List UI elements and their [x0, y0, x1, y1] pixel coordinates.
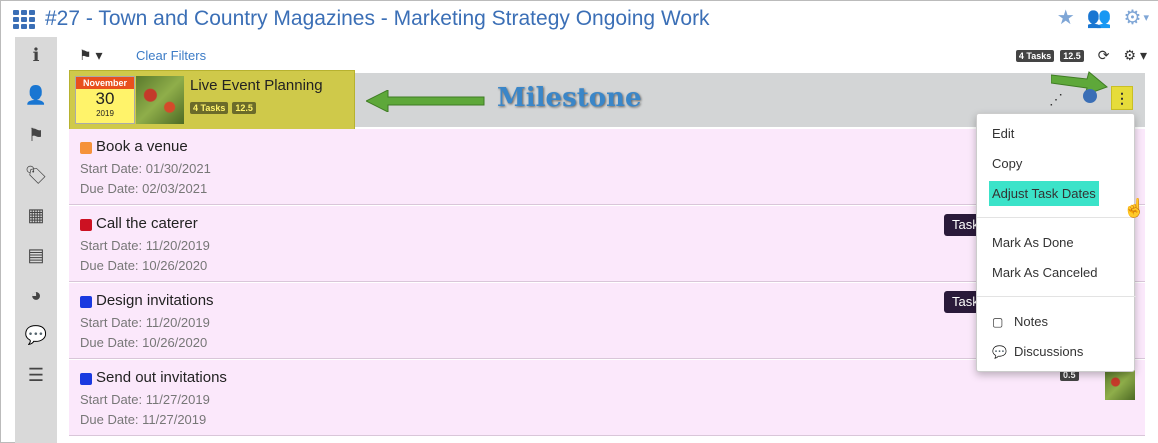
tags-icon[interactable]: 🏷	[15, 160, 57, 190]
date-month: November	[76, 77, 134, 89]
user-icon[interactable]: 👤	[15, 80, 57, 110]
menu-item-label: Edit	[992, 126, 1015, 141]
task-start-date: Start Date: 11/27/2019	[80, 392, 210, 407]
page-title: #27 - Town and Country Magazines - Marke…	[45, 7, 710, 30]
task-color-swatch	[80, 296, 92, 308]
toolbar: ⚑ ▾ Clear Filters 4 Tasks 12.5 ⟳ ⚙ ▾	[57, 37, 1158, 73]
pie-chart-icon[interactable]: ◕	[15, 280, 57, 310]
settings-icon[interactable]: ⚙ ▾	[1124, 47, 1147, 64]
tasks-count-badge: 4 Tasks	[1015, 49, 1055, 62]
task-name[interactable]: Send out invitations	[96, 369, 227, 386]
menu-item-label: Mark As Done	[992, 235, 1074, 250]
menu-item-edit[interactable]: Edit	[977, 120, 1136, 148]
header: #27 - Town and Country Magazines - Marke…	[1, 1, 1158, 37]
task-name[interactable]: Book a venue	[96, 138, 188, 155]
menu-divider	[977, 296, 1136, 297]
menu-divider	[977, 217, 1136, 218]
menu-item-label: Copy	[992, 156, 1023, 171]
users-icon[interactable]: 👥	[1087, 7, 1112, 29]
milestone-title[interactable]: Live Event Planning	[190, 77, 323, 94]
menu-item-label: Adjust Task Dates	[989, 181, 1099, 206]
task-due-date: Due Date: 02/03/2021	[80, 181, 208, 196]
refresh-icon[interactable]: ⟳	[1098, 47, 1110, 64]
menu-item-notes[interactable]: ▢ Notes	[977, 308, 1136, 336]
menu-item-mark-canceled[interactable]: Mark As Canceled	[977, 259, 1136, 287]
milestone-highlight: November 30 2019 Live Event Planning 4 T…	[69, 70, 355, 130]
comments-icon: 💬	[992, 345, 1007, 359]
menu-item-mark-done[interactable]: Mark As Done	[977, 229, 1136, 257]
list-icon[interactable]: ☰	[15, 360, 57, 390]
task-color-swatch	[80, 142, 92, 154]
milestone-menu-button[interactable]: ⋮	[1111, 86, 1133, 110]
milestone-thumbnail	[136, 76, 184, 124]
context-menu: Edit Copy Adjust Task Dates Mark As Done…	[976, 113, 1145, 372]
menu-item-label: Notes	[1014, 314, 1048, 329]
arrow-left-annotation	[366, 90, 485, 112]
task-due-date: Due Date: 10/26/2020	[80, 258, 208, 273]
milestone-date: November 30 2019	[75, 76, 135, 124]
menu-item-copy[interactable]: Copy	[977, 150, 1136, 178]
toolbar-right: 4 Tasks 12.5 ⟳ ⚙ ▾	[1015, 47, 1147, 64]
hours-badge: 12.5	[1060, 49, 1084, 62]
flag-filter-button[interactable]: ⚑ ▾	[79, 47, 102, 64]
info-icon[interactable]: ℹ	[15, 40, 57, 70]
star-icon[interactable]: ★	[1057, 7, 1075, 29]
sidebar: ℹ 👤 ⚑ 🏷 ▦ ▤ ◕ 💬 ☰	[15, 37, 57, 443]
milestone-tasks-badge: 4 Tasks	[190, 102, 229, 114]
share-icon[interactable]: ⋰	[1049, 91, 1063, 108]
task-thumbnail	[1105, 370, 1135, 400]
header-actions: ★ 👥 ⚙ ▾	[1057, 7, 1149, 29]
milestone-hours-badge: 12.5	[232, 102, 256, 114]
task-name[interactable]: Call the caterer	[96, 215, 198, 232]
task-start-date: Start Date: 11/20/2019	[80, 315, 210, 330]
milestone-annotation: Milestone	[497, 83, 642, 113]
calendar-icon[interactable]: ▦	[15, 200, 57, 230]
clear-filters-link[interactable]: Clear Filters	[136, 48, 206, 63]
task-name[interactable]: Design invitations	[96, 292, 214, 309]
gear-icon[interactable]: ⚙	[1124, 7, 1142, 29]
menu-item-label: Discussions	[1014, 344, 1084, 359]
task-color-swatch	[80, 219, 92, 231]
date-year: 2019	[96, 109, 114, 118]
chevron-down-icon[interactable]: ▾	[1143, 7, 1149, 29]
menu-item-label: Mark As Canceled	[992, 265, 1098, 280]
comments-icon[interactable]: 💬	[15, 320, 57, 350]
task-due-date: Due Date: 10/26/2020	[80, 335, 208, 350]
archive-icon[interactable]: ▤	[15, 240, 57, 270]
task-start-date: Start Date: 11/20/2019	[80, 238, 210, 253]
flag-icon[interactable]: ⚑	[15, 120, 57, 150]
task-due-date: Due Date: 11/27/2019	[80, 412, 207, 427]
note-icon: ▢	[992, 315, 1004, 329]
menu-item-adjust-task-dates[interactable]: Adjust Task Dates	[977, 180, 1136, 208]
milestone-badges: 4 Tasks 12.5	[190, 102, 256, 114]
task-color-swatch	[80, 373, 92, 385]
apps-grid-icon[interactable]	[13, 10, 35, 29]
mouse-cursor-icon: ☝	[1123, 198, 1146, 218]
globe-icon[interactable]	[1083, 89, 1097, 103]
menu-item-discussions[interactable]: 💬 Discussions	[977, 338, 1136, 366]
task-start-date: Start Date: 01/30/2021	[80, 161, 211, 176]
date-day: 30	[95, 89, 115, 108]
